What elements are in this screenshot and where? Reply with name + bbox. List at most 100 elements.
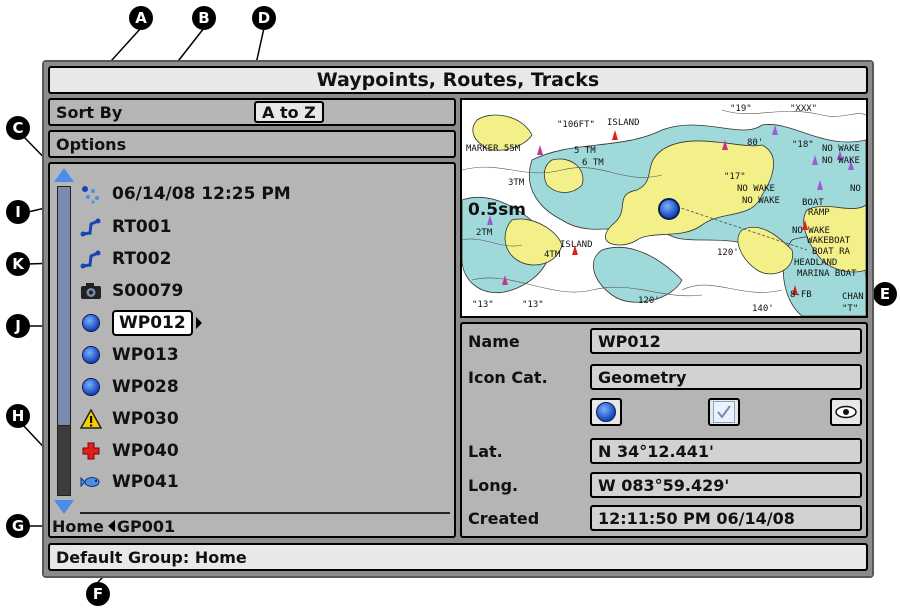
callout-a: A xyxy=(129,6,153,30)
status-bar: Default Group: Home xyxy=(48,543,868,571)
list-item-label: RT002 xyxy=(112,249,172,269)
breadcrumb-divider xyxy=(80,512,450,514)
icon-category-label: Icon Cat. xyxy=(468,368,548,387)
longitude-field[interactable]: W 083°59.429' xyxy=(590,472,862,498)
list-item-snapshot[interactable]: S00079 xyxy=(80,276,183,306)
waypoint-geometry-icon xyxy=(80,376,102,398)
map-label: 6 TM xyxy=(582,158,604,168)
eye-icon xyxy=(835,405,857,419)
chart-map-view[interactable]: MARKER 55M 3TM 6 TM 5 TM ISLAND "13" "19… xyxy=(460,98,868,318)
map-label: NO WAKE xyxy=(822,144,860,154)
scroll-up-arrow[interactable] xyxy=(54,168,74,182)
callout-d: D xyxy=(252,6,276,30)
created-field: 12:11:50 PM 06/14/08 xyxy=(590,505,862,531)
map-label: "XXX" xyxy=(790,104,818,114)
breadcrumb: Home GP001 xyxy=(52,515,175,537)
map-label: "17" xyxy=(724,172,746,182)
map-label: "18" xyxy=(792,140,814,150)
callout-h: H xyxy=(6,404,30,428)
callout-b: B xyxy=(192,6,216,30)
first-aid-cross-icon xyxy=(80,440,102,462)
visible-checkbox[interactable] xyxy=(708,398,740,426)
selection-arrow-icon xyxy=(195,317,202,329)
list-item-label: 06/14/08 12:25 PM xyxy=(112,184,291,204)
list-item-waypoint[interactable]: WP040 xyxy=(80,436,179,466)
sort-by-label: Sort By xyxy=(56,103,123,122)
route-icon xyxy=(80,248,102,270)
map-label: MARKER 55M xyxy=(466,144,521,154)
map-label: HEADLAND xyxy=(794,258,838,268)
map-label: "13" xyxy=(522,300,544,310)
options-row[interactable]: Options xyxy=(48,130,456,158)
map-label: 8-FB xyxy=(790,290,812,300)
list-item-label: WP030 xyxy=(112,409,179,429)
map-label: "106FT" xyxy=(557,120,595,130)
map-label: "19" xyxy=(730,104,752,114)
scroll-down-arrow[interactable] xyxy=(54,500,74,514)
map-label: 140' xyxy=(752,304,774,314)
callout-f: F xyxy=(86,582,110,606)
map-label: 120' xyxy=(717,248,739,258)
callout-k: K xyxy=(6,252,30,276)
map-label: RAMP xyxy=(808,208,830,218)
list-item-label: WP041 xyxy=(112,472,179,492)
map-label: 2TM xyxy=(476,228,493,238)
list-item-waypoint[interactable]: WP013 xyxy=(80,340,179,370)
list-item-label: WP040 xyxy=(112,441,179,461)
map-label: 5 TM xyxy=(574,146,596,156)
callout-i: J xyxy=(6,314,30,338)
map-label: "T" xyxy=(842,304,859,314)
waypoint-geometry-icon xyxy=(80,312,102,334)
scrollbar[interactable] xyxy=(53,168,75,528)
list-item-label: WP028 xyxy=(112,377,179,397)
track-icon xyxy=(80,183,102,205)
checkmark-icon xyxy=(713,401,735,423)
route-icon xyxy=(80,216,102,238)
sort-by-value[interactable]: A to Z xyxy=(254,101,324,123)
list-item-waypoint[interactable]: WP041 xyxy=(80,467,179,497)
list-item-label: WP012 xyxy=(112,310,193,336)
breadcrumb-back-arrow-icon xyxy=(107,520,115,532)
window-title-bar: Waypoints, Routes, Tracks xyxy=(48,66,868,94)
default-group-text: Default Group: Home xyxy=(56,547,247,567)
breadcrumb-group[interactable]: Home xyxy=(52,517,104,536)
map-label: 80' xyxy=(747,138,764,148)
sort-by-row[interactable]: Sort By A to Z xyxy=(48,98,456,126)
snapshot-camera-icon xyxy=(80,280,102,302)
icon-select-button[interactable] xyxy=(590,398,622,426)
list-item-route[interactable]: RT001 xyxy=(80,212,171,242)
map-label: ISLAND xyxy=(560,240,593,250)
map-label: ISLAND xyxy=(607,118,640,128)
view-button[interactable] xyxy=(830,398,862,426)
list-item-route[interactable]: RT002 xyxy=(80,244,171,274)
latitude-label: Lat. xyxy=(468,442,503,461)
waypoint-geometry-icon xyxy=(80,344,102,366)
warning-icon xyxy=(80,408,102,430)
map-label: NO WAKE xyxy=(742,196,780,206)
list-item-waypoint[interactable]: WP030 xyxy=(80,404,179,434)
latitude-field[interactable]: N 34°12.441' xyxy=(590,438,862,464)
map-label: MARINA BOAT xyxy=(797,269,857,279)
name-field[interactable]: WP012 xyxy=(590,328,862,354)
breadcrumb-current: GP001 xyxy=(116,516,176,536)
map-label: CHAN xyxy=(842,292,864,302)
name-label: Name xyxy=(468,332,520,351)
map-waypoint-marker-icon[interactable] xyxy=(658,198,680,220)
scrollbar-thumb[interactable] xyxy=(57,186,71,426)
list-item-waypoint-selected[interactable]: WP012 xyxy=(80,308,202,338)
fish-icon xyxy=(80,471,102,493)
created-label: Created xyxy=(468,509,540,528)
map-label: BOAT RA xyxy=(812,247,850,257)
map-scale-label: 0.5sm xyxy=(468,200,526,220)
callout-j: I xyxy=(6,200,30,224)
list-item-waypoint[interactable]: WP028 xyxy=(80,372,179,402)
callout-e: E xyxy=(873,282,897,306)
icon-category-field[interactable]: Geometry xyxy=(590,364,862,390)
map-label: NO WAKE xyxy=(737,184,775,194)
callout-c: C xyxy=(6,116,30,140)
list-item-label: RT001 xyxy=(112,217,172,237)
map-label: NO xyxy=(850,184,861,194)
map-label: WAKEBOAT xyxy=(807,236,851,246)
list-item-track[interactable]: 06/14/08 12:25 PM xyxy=(80,179,291,209)
options-label: Options xyxy=(56,135,127,154)
